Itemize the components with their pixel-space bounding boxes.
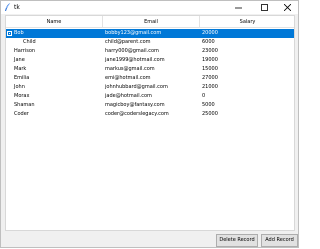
cell-email: markus@gmail.com (105, 66, 155, 72)
cell-email: emi@hotmail.com (105, 75, 151, 81)
maximize-icon (261, 4, 268, 11)
cell-name: Child (23, 39, 36, 45)
cell-email: jane1999@hotmail.com (105, 57, 165, 63)
cell-salary: 19000 (202, 57, 218, 63)
close-button[interactable] (277, 1, 299, 14)
maximize-button[interactable] (254, 1, 276, 14)
tree-row[interactable]: John johnhubbard@gmail.com 21000 (6, 83, 294, 92)
cell-salary: 6000 (202, 39, 215, 45)
cell-email: child@parent.com (105, 39, 151, 45)
cell-salary: 27000 (202, 75, 218, 81)
cell-salary: 23000 (202, 48, 218, 54)
tree-row[interactable]: Emilia emi@hotmail.com 27000 (6, 74, 294, 83)
tree-row[interactable]: Shaman magicboy@fantasy.com 5000 (6, 101, 294, 110)
minimize-button[interactable] (228, 1, 250, 14)
tree-row-child[interactable]: Child child@parent.com 6000 (6, 38, 294, 47)
cell-name: Emilia (14, 75, 30, 81)
records-treeview[interactable]: Name Email Salary Bob bobby123@gmail.com… (5, 15, 295, 231)
cell-name: John (14, 84, 25, 90)
delete-record-button[interactable]: Delete Record (216, 234, 258, 247)
cell-email: johnhubbard@gmail.com (105, 84, 168, 90)
title-bar: tk (1, 1, 298, 14)
column-header-salary[interactable]: Salary (200, 16, 294, 28)
tree-row[interactable]: Coder coder@coderslegacy.com 25000 (6, 110, 294, 119)
tree-row[interactable]: Bob bobby123@gmail.com 20000 (6, 29, 294, 38)
cell-email: bobby123@gmail.com (105, 30, 162, 36)
close-icon (284, 4, 291, 11)
column-header-name[interactable]: Name (6, 16, 103, 28)
cell-name: Bob (14, 30, 24, 36)
collapse-toggle-icon[interactable] (7, 31, 12, 36)
cell-salary: 5000 (202, 102, 215, 108)
add-record-button[interactable]: Add Record (261, 234, 298, 247)
cell-name: Mark (14, 66, 27, 72)
cell-salary: 25000 (202, 111, 218, 117)
minimize-icon (235, 7, 242, 9)
feather-icon (4, 2, 12, 12)
tree-header: Name Email Salary (6, 16, 294, 28)
cell-salary: 21000 (202, 84, 218, 90)
tree-row[interactable]: Harrison harry000@gmail.com 23000 (6, 47, 294, 56)
cell-salary: 15000 (202, 66, 218, 72)
cell-name: Morax (14, 93, 30, 99)
cell-name: Coder (14, 111, 29, 117)
tree-row[interactable]: Jane jane1999@hotmail.com 19000 (6, 56, 294, 65)
tree-row[interactable]: Morax jade@hotmail.com 0 (6, 92, 294, 101)
cell-email: magicboy@fantasy.com (105, 102, 165, 108)
cell-email: harry000@gmail.com (105, 48, 159, 54)
cell-name: Shaman (14, 102, 35, 108)
app-window: tk Name Email Salary Bob bobby123@gmail.… (0, 0, 299, 248)
cell-email: jade@hotmail.com (105, 93, 152, 99)
cell-name: Harrison (14, 48, 36, 54)
cell-name: Jane (14, 57, 25, 63)
cell-salary: 0 (202, 93, 206, 99)
cell-salary: 20000 (202, 30, 218, 36)
window-title: tk (14, 4, 20, 11)
column-header-email[interactable]: Email (103, 16, 200, 28)
tree-row[interactable]: Mark markus@gmail.com 15000 (6, 65, 294, 74)
tree-body: Bob bobby123@gmail.com 20000 Child child… (6, 29, 294, 119)
cell-email: coder@coderslegacy.com (105, 111, 169, 117)
